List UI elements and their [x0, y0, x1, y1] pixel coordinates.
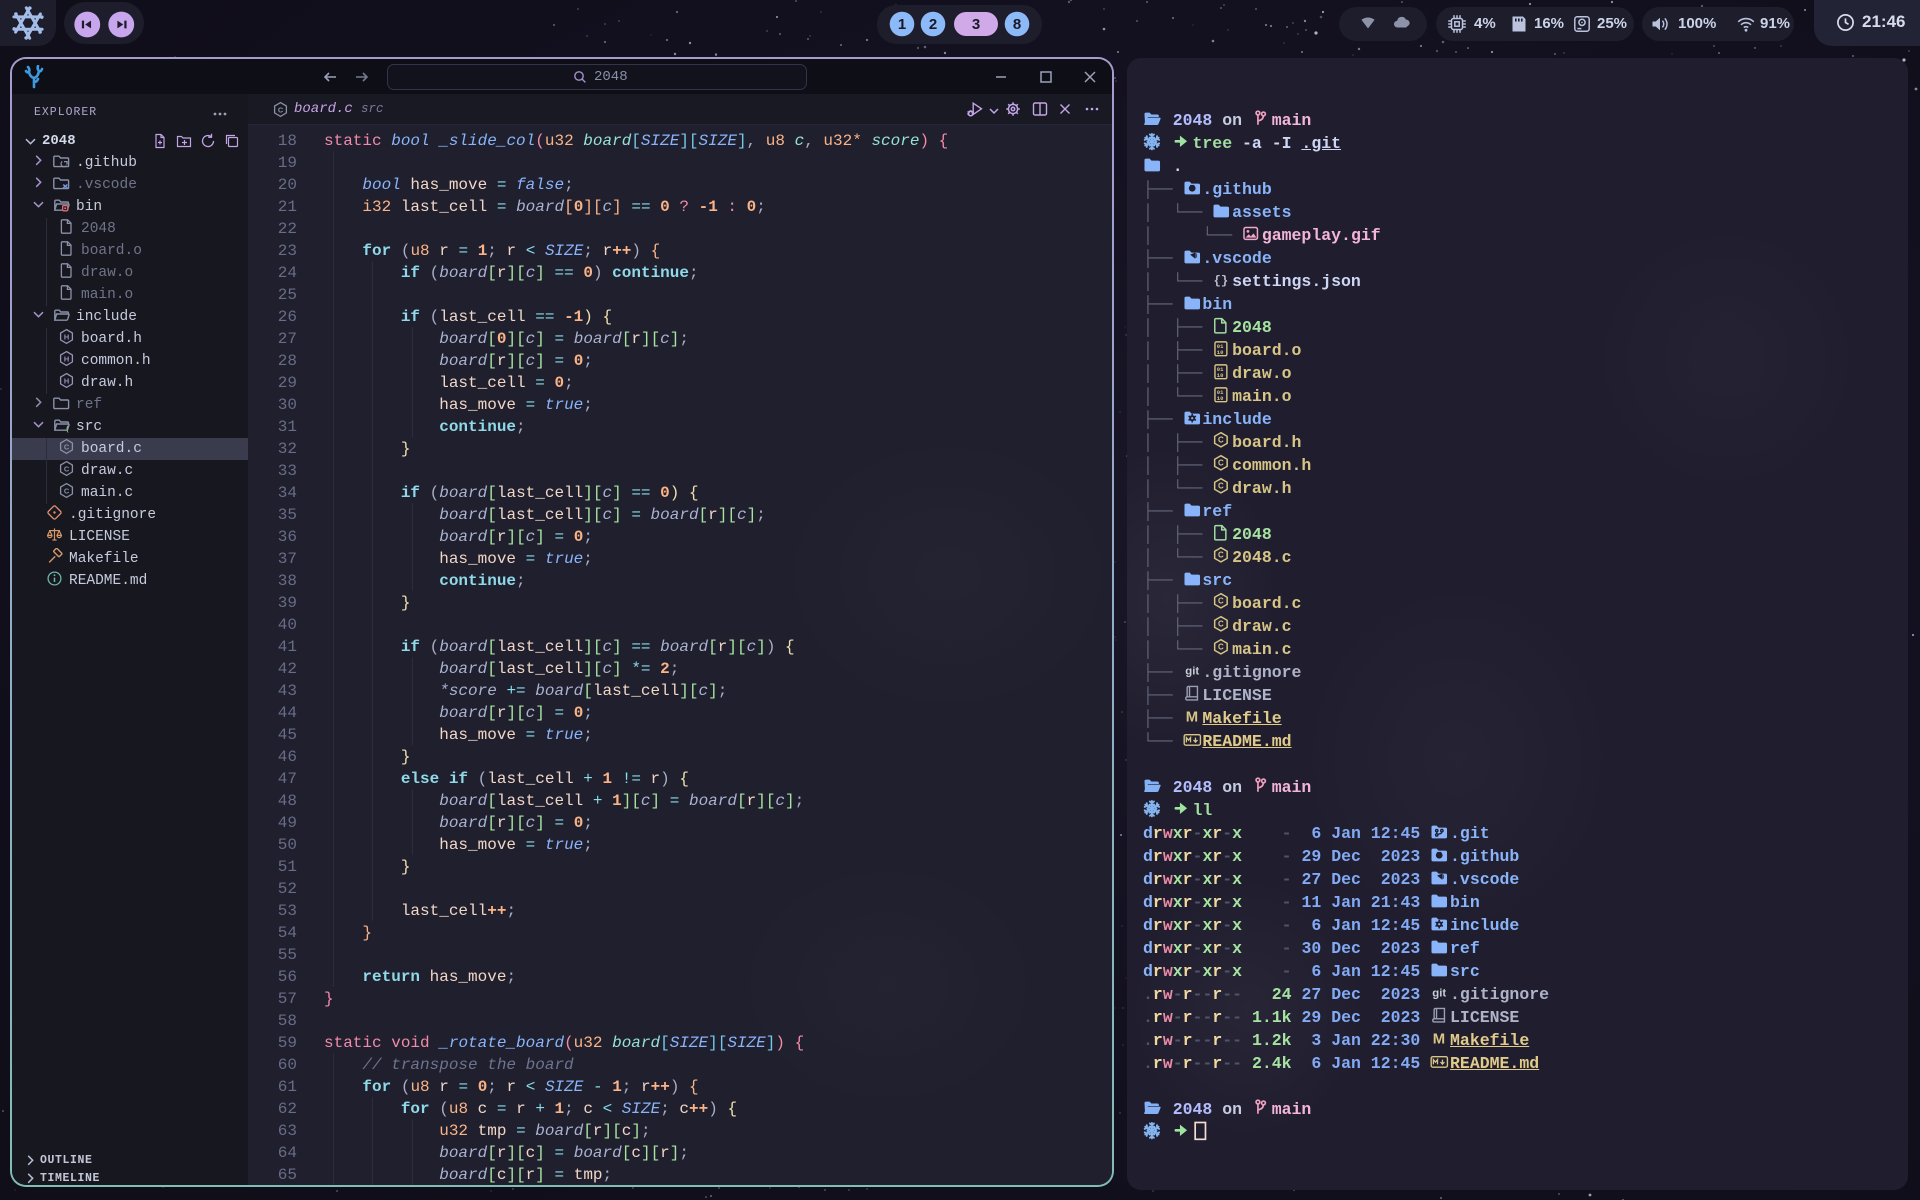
svg-text:git: git [1432, 988, 1446, 1000]
svg-text:H: H [64, 376, 69, 385]
svg-text:C: C [1218, 436, 1224, 445]
svg-text:1: 1 [898, 16, 906, 33]
svg-text:C: C [1218, 482, 1224, 491]
svg-text:C: C [1218, 620, 1224, 629]
svg-text:10: 10 [1217, 395, 1224, 402]
svg-text:H: H [64, 332, 69, 341]
svg-text:H: H [64, 354, 69, 363]
svg-text:C: C [64, 464, 70, 473]
svg-text:10: 10 [1217, 372, 1224, 379]
svg-text:C: C [1218, 459, 1224, 468]
svg-text:C: C [1218, 551, 1224, 560]
svg-text:C: C [64, 486, 70, 495]
svg-text:C: C [1218, 597, 1224, 606]
svg-text:2: 2 [929, 16, 937, 33]
svg-text:C: C [278, 105, 284, 114]
svg-text:10: 10 [1217, 349, 1224, 356]
svg-text:C: C [64, 442, 70, 451]
svg-text:C: C [1218, 643, 1224, 652]
svg-text:git: git [1185, 666, 1199, 678]
svg-text:(): () [65, 426, 70, 433]
svg-text:M: M [1185, 709, 1197, 725]
svg-text:{}: {} [1214, 274, 1229, 288]
svg-text:8: 8 [1013, 16, 1021, 33]
svg-text:M: M [1433, 1031, 1445, 1047]
svg-text:3: 3 [972, 16, 980, 33]
